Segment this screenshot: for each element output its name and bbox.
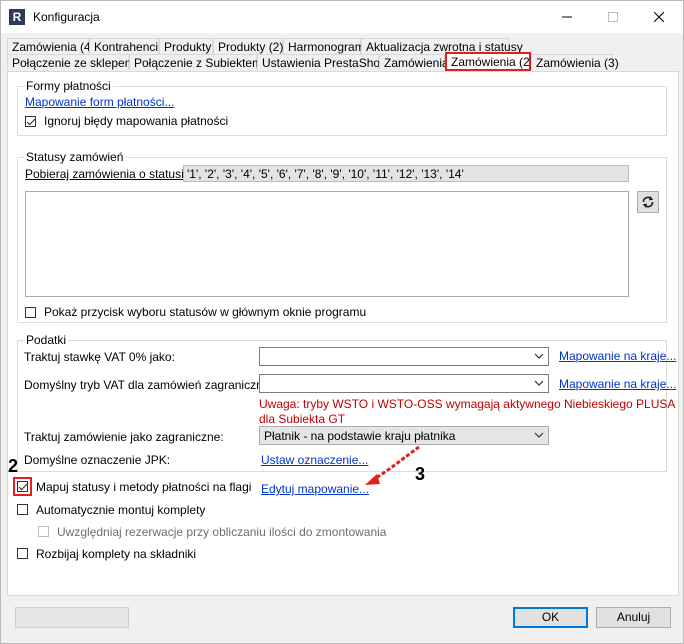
tab-produkty-2[interactable]: Produkty (2)	[213, 38, 283, 54]
split-kits-checkbox[interactable]	[17, 548, 28, 559]
foreign-order-label: Traktuj zamówienie jako zagraniczne:	[24, 430, 224, 444]
tab-polaczenie-z-subiektem[interactable]: Połączenie z Subiektem	[129, 54, 262, 70]
app-logo-icon: R	[9, 9, 25, 25]
map-flags-label: Mapuj statusy i metody płatności na flag…	[36, 480, 252, 494]
edit-mapping-link[interactable]: Edytuj mapowanie...	[261, 482, 369, 496]
tab-zamowienia[interactable]: Zamówienia	[379, 54, 449, 70]
auto-kits-checkbox[interactable]	[17, 504, 28, 515]
auto-kits-label: Automatycznie montuj komplety	[36, 503, 206, 517]
foreign-vat-select[interactable]	[259, 374, 549, 393]
reservations-checkbox[interactable]	[38, 526, 49, 537]
foreign-vat-label: Domyślny tryb VAT dla zamówień zagranicz…	[24, 378, 285, 392]
refresh-button[interactable]	[637, 191, 659, 213]
tab-polaczenie-ze-sklepem[interactable]: Połączenie ze sklepem	[7, 54, 135, 70]
tab-content-panel: Formy płatności Mapowanie form płatności…	[7, 71, 679, 596]
foreign-vat-mapping-link[interactable]: Mapowanie na kraje...	[559, 377, 676, 391]
tab-ustawienia-prestashop[interactable]: Ustawienia PrestaShop	[257, 54, 387, 70]
tab-row-1: Zamówienia (4) Kontrahenci Produkty Prod…	[7, 38, 679, 55]
title-bar: R Konfiguracja	[1, 1, 683, 33]
tab-produkty[interactable]: Produkty	[159, 38, 213, 54]
status-list-box[interactable]	[25, 191, 629, 297]
window-title: Konfiguracja	[33, 10, 100, 24]
annotation-number-2: 2	[8, 456, 19, 476]
payment-methods-group-title: Formy płatności	[24, 79, 113, 93]
minimize-icon[interactable]	[544, 1, 590, 33]
tab-kontrahenci[interactable]: Kontrahenci	[89, 38, 159, 54]
chevron-down-icon	[534, 432, 544, 438]
jpk-set-link[interactable]: Ustaw oznaczenie...	[261, 453, 368, 467]
ok-button[interactable]: OK	[513, 607, 588, 628]
tab-zamowienia-4[interactable]: Zamówienia (4)	[7, 38, 95, 54]
annotation-arrow-icon	[365, 445, 420, 485]
fetch-status-label: Pobieraj zamówienia o statusie:	[25, 167, 194, 181]
reservations-label: Uwzględniaj rezerwacje przy obliczaniu i…	[57, 525, 387, 539]
wsto-warning-line1: Uwaga: tryby WSTO i WSTO-OSS wymagają ak…	[259, 397, 676, 411]
close-icon[interactable]	[636, 1, 682, 33]
chevron-down-icon	[534, 353, 544, 359]
fetch-status-value[interactable]: '1', '2', '3', '4', '5', '6', '7', '8', …	[183, 165, 629, 182]
refresh-icon	[642, 196, 654, 208]
vat0-label: Traktuj stawkę VAT 0% jako:	[24, 350, 175, 364]
map-flags-checkbox[interactable]	[17, 481, 28, 492]
ignore-payment-errors-label: Ignoruj błędy mapowania płatności	[44, 114, 229, 128]
tab-zamowienia-3[interactable]: Zamówienia (3)	[531, 54, 619, 70]
order-statuses-group-title: Statusy zamówień	[24, 150, 126, 164]
disabled-button[interactable]	[15, 607, 129, 628]
show-status-button-checkbox[interactable]	[25, 307, 36, 318]
vat0-select[interactable]	[259, 347, 549, 366]
show-status-button-label: Pokaż przycisk wyboru statusów w głównym…	[44, 305, 367, 319]
jpk-label: Domyślne oznaczenie JPK:	[24, 453, 171, 467]
ignore-payment-errors-checkbox[interactable]	[25, 116, 36, 127]
wsto-warning-line2: dla Subiekta GT	[259, 412, 346, 426]
payment-mapping-link[interactable]: Mapowanie form płatności...	[25, 95, 174, 109]
vat0-mapping-link[interactable]: Mapowanie na kraje...	[559, 349, 676, 363]
maximize-icon[interactable]	[590, 1, 636, 33]
tab-harmonogram[interactable]: Harmonogram	[283, 38, 365, 54]
payment-methods-group	[17, 86, 667, 136]
taxes-group-title: Podatki	[24, 333, 69, 347]
split-kits-label: Rozbijaj komplety na składniki	[36, 547, 197, 561]
chevron-down-icon	[534, 380, 544, 386]
tab-zamowienia-2[interactable]: Zamówienia (2)	[445, 52, 534, 71]
tab-row-2: Połączenie ze sklepem Połączenie z Subie…	[7, 52, 679, 71]
config-window: R Konfiguracja Zamówienia (4) Kontrahenc…	[0, 0, 684, 644]
cancel-button[interactable]: Anuluj	[596, 607, 671, 628]
